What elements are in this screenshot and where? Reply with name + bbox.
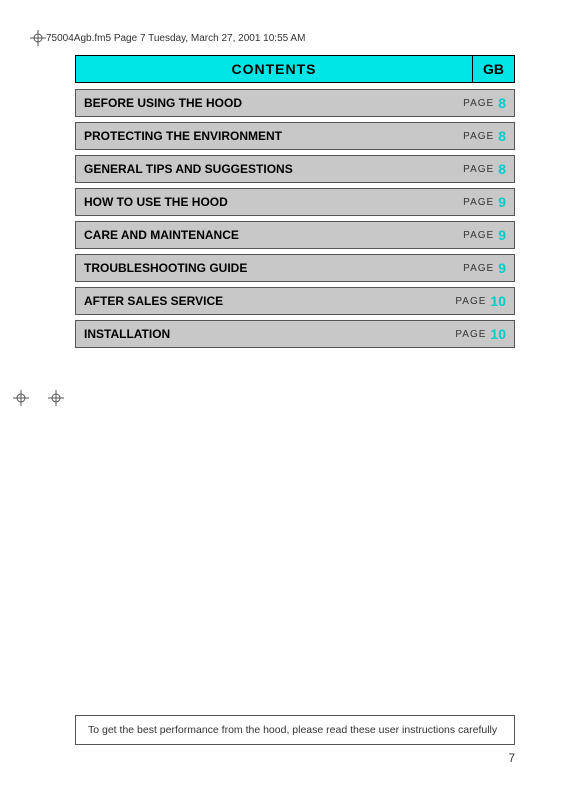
toc-page-label-text: PAGE [455, 329, 486, 340]
toc-page-label-text: PAGE [455, 296, 486, 307]
contents-gb-label: GB [472, 56, 514, 82]
toc-page-number: 9 [498, 260, 506, 276]
toc-page-number: 10 [490, 293, 506, 309]
notice-box: To get the best performance from the hoo… [75, 715, 515, 745]
toc-row: HOW TO USE THE HOODPAGE 9 [75, 188, 515, 216]
toc-row: AFTER SALES SERVICEPAGE 10 [75, 287, 515, 315]
page-number: 7 [508, 751, 515, 765]
header-line: 75004Agb.fm5 Page 7 Tuesday, March 27, 2… [30, 30, 535, 46]
toc-row: PROTECTING THE ENVIRONMENTPAGE 8 [75, 122, 515, 150]
toc-row-page: PAGE 10 [444, 321, 514, 347]
toc-row: GENERAL TIPS AND SUGGESTIONSPAGE 8 [75, 155, 515, 183]
toc-page-number: 8 [498, 161, 506, 177]
toc-page-label-text: PAGE [463, 164, 494, 175]
toc-row-page: PAGE 9 [444, 189, 514, 215]
toc-page-number: 9 [498, 194, 506, 210]
toc-page-number: 10 [490, 326, 506, 342]
toc-row-label: INSTALLATION [76, 321, 444, 347]
crosshair-top-left-icon [30, 30, 46, 46]
toc-page-label-text: PAGE [463, 98, 494, 109]
header-file-info: 75004Agb.fm5 Page 7 Tuesday, March 27, 2… [46, 33, 305, 44]
toc-row-page: PAGE 10 [444, 288, 514, 314]
toc-row-label: GENERAL TIPS AND SUGGESTIONS [76, 156, 444, 182]
toc-page-number: 9 [498, 227, 506, 243]
crosshair-right-icon [13, 390, 29, 406]
notice-text: To get the best performance from the hoo… [88, 724, 497, 736]
toc-row-page: PAGE 8 [444, 156, 514, 182]
toc-row-label: CARE AND MAINTENANCE [76, 222, 444, 248]
contents-title: CONTENTS [76, 56, 472, 82]
toc-row: BEFORE USING THE HOODPAGE 8 [75, 89, 515, 117]
toc-page-number: 8 [498, 95, 506, 111]
toc-row-page: PAGE 8 [444, 123, 514, 149]
toc-row: CARE AND MAINTENANCEPAGE 9 [75, 221, 515, 249]
toc-row-page: PAGE 8 [444, 90, 514, 116]
crosshair-left-icon [48, 390, 64, 406]
toc-page-label-text: PAGE [463, 230, 494, 241]
toc-row-page: PAGE 9 [444, 222, 514, 248]
toc-row: TROUBLESHOOTING GUIDEPAGE 9 [75, 254, 515, 282]
toc-row-label: HOW TO USE THE HOOD [76, 189, 444, 215]
toc-page-label-text: PAGE [463, 263, 494, 274]
toc-page-label-text: PAGE [463, 131, 494, 142]
toc-row-label: BEFORE USING THE HOOD [76, 90, 444, 116]
toc-row-label: AFTER SALES SERVICE [76, 288, 444, 314]
toc-row-page: PAGE 9 [444, 255, 514, 281]
toc-page-number: 8 [498, 128, 506, 144]
main-content: CONTENTS GB BEFORE USING THE HOODPAGE 8P… [75, 55, 515, 700]
toc-row: INSTALLATIONPAGE 10 [75, 320, 515, 348]
toc-page-label-text: PAGE [463, 197, 494, 208]
page-container: 75004Agb.fm5 Page 7 Tuesday, March 27, 2… [0, 0, 565, 800]
toc-row-label: PROTECTING THE ENVIRONMENT [76, 123, 444, 149]
toc-list: BEFORE USING THE HOODPAGE 8PROTECTING TH… [75, 89, 515, 348]
contents-header: CONTENTS GB [75, 55, 515, 83]
toc-row-label: TROUBLESHOOTING GUIDE [76, 255, 444, 281]
